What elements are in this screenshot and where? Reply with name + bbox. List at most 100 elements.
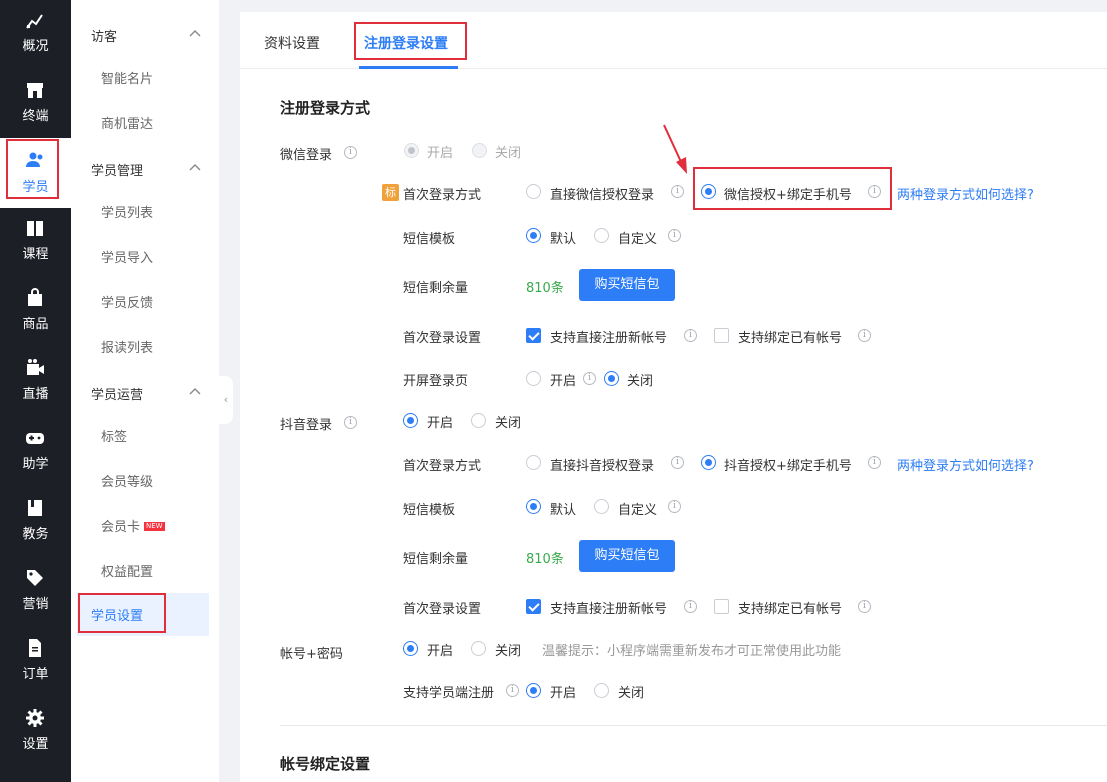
account-password-label: 帐号+密码	[280, 647, 343, 662]
rail-terminal[interactable]: 终端	[0, 70, 71, 140]
wechat-help-link[interactable]: 两种登录方式如何选择?	[897, 184, 1034, 203]
wechat-login-label: 微信登录	[280, 148, 333, 163]
douyin-sms-template-label: 短信模板	[403, 503, 456, 518]
wechat-direct-radio[interactable]	[526, 184, 541, 199]
rail-goods[interactable]: 商品	[0, 278, 71, 348]
section-title: 帐号绑定设置	[280, 755, 371, 773]
rail-marketing[interactable]: 营销	[0, 558, 71, 628]
nav-group-label: 学员管理	[91, 164, 144, 179]
douyin-off-radio[interactable]	[471, 413, 486, 428]
douyin-buy-sms-button[interactable]: 购买短信包	[579, 540, 675, 572]
info-icon[interactable]: i	[583, 372, 596, 385]
douyin-sms-custom-radio[interactable]	[594, 499, 609, 514]
wechat-buy-sms-button[interactable]: 购买短信包	[579, 269, 675, 301]
douyin-off-label: 关闭	[495, 416, 522, 431]
douyin-first-setting-label: 首次登录设置	[403, 602, 482, 617]
rail-assist[interactable]: 助学	[0, 418, 71, 488]
info-icon[interactable]: i	[344, 146, 357, 159]
info-icon[interactable]: i	[858, 600, 871, 613]
rail-orders[interactable]: 订单	[0, 628, 71, 698]
rail-course[interactable]: 课程	[0, 208, 71, 278]
info-icon[interactable]: i	[858, 329, 871, 342]
nav-item-tags[interactable]: 标签	[101, 426, 127, 445]
nav-item-radar[interactable]: 商机雷达	[101, 113, 153, 132]
info-icon[interactable]: i	[671, 456, 684, 469]
douyin-bind-old-checkbox[interactable]	[714, 599, 729, 614]
douyin-bind-radio[interactable]	[701, 455, 716, 470]
wechat-reg-new-label: 支持直接注册新帐号	[550, 331, 668, 346]
douyin-sms-left-value: 810条	[526, 552, 564, 567]
account-on-radio[interactable]	[403, 641, 418, 656]
nav-item-student-import[interactable]: 学员导入	[101, 247, 153, 266]
secondary-nav: 访客 智能名片 商机雷达 学员管理 学员列表 学员导入 学员反馈 报读列表 学员…	[71, 0, 219, 782]
rail-settings[interactable]: 设置	[0, 698, 71, 768]
rail-goods-label: 商品	[22, 317, 49, 332]
rail-marketing-label: 营销	[22, 597, 49, 612]
rail-live[interactable]: 直播	[0, 348, 71, 418]
info-icon[interactable]: i	[668, 229, 681, 242]
nav-group-label: 访客	[91, 30, 118, 45]
rail-overview[interactable]: 概况	[0, 0, 71, 70]
wechat-sms-left-value: 810条	[526, 281, 564, 296]
store-icon	[27, 83, 43, 98]
nav-group-visitor[interactable]: 访客	[91, 26, 201, 45]
douyin-sms-default-radio[interactable]	[526, 499, 541, 514]
tab-label: 注册登录设置	[364, 36, 448, 52]
wechat-bind-old-checkbox[interactable]	[714, 328, 729, 343]
account-off-radio[interactable]	[471, 641, 486, 656]
info-icon[interactable]: i	[506, 684, 519, 697]
douyin-reg-new-checkbox[interactable]	[526, 599, 541, 614]
wechat-sms-template-label: 短信模板	[403, 232, 456, 247]
nav-group-student[interactable]: 学员管理	[91, 160, 201, 179]
account-on-label: 开启	[427, 644, 454, 659]
nav-group-ops[interactable]: 学员运营	[91, 384, 201, 403]
rail-overview-label: 概况	[22, 39, 49, 54]
nav-item-feedback[interactable]: 学员反馈	[101, 292, 153, 311]
nav-item-label: 学员设置	[91, 609, 144, 624]
douyin-direct-label: 直接抖音授权登录	[550, 459, 655, 474]
wechat-splash-on-radio[interactable]	[526, 371, 541, 386]
douyin-on-radio[interactable]	[403, 413, 418, 428]
douyin-direct-radio[interactable]	[526, 455, 541, 470]
wechat-off-radio[interactable]	[472, 143, 487, 158]
douyin-bind-old-label: 支持绑定已有帐号	[738, 602, 843, 617]
account-tip: 温馨提示：小程序端需重新发布才可正常使用此功能	[542, 644, 842, 659]
nav-item-member-card[interactable]: 会员卡 NEW	[101, 516, 165, 535]
wechat-splash-off-radio[interactable]	[604, 371, 619, 386]
wechat-sms-default-radio[interactable]	[526, 228, 541, 243]
douyin-help-link[interactable]: 两种登录方式如何选择?	[897, 455, 1034, 474]
document-icon	[29, 639, 41, 657]
wechat-on-radio[interactable]	[404, 143, 419, 158]
info-icon[interactable]: i	[671, 185, 684, 198]
douyin-sms-left-label: 短信剩余量	[403, 552, 469, 567]
nav-item-student-settings[interactable]: 学员设置	[77, 593, 209, 636]
info-icon[interactable]: i	[668, 500, 681, 513]
nav-item-benefits[interactable]: 权益配置	[101, 561, 153, 580]
tab-register-login-settings[interactable]: 注册登录设置	[354, 22, 467, 60]
wechat-bind-old-label: 支持绑定已有帐号	[738, 331, 843, 346]
bag-icon	[28, 288, 42, 306]
wechat-splash-on-label: 开启	[550, 374, 577, 389]
users-icon	[26, 152, 43, 167]
book-icon	[27, 221, 43, 236]
nav-item-student-list[interactable]: 学员列表	[101, 202, 153, 221]
info-icon[interactable]: i	[684, 329, 697, 342]
tab-profile-settings[interactable]: 资料设置	[264, 33, 320, 53]
douyin-first-login-label: 首次登录方式	[403, 459, 482, 474]
info-icon[interactable]: i	[684, 600, 697, 613]
wechat-sms-custom-radio[interactable]	[594, 228, 609, 243]
rail-assist-label: 助学	[22, 457, 49, 472]
nav-item-enroll-list[interactable]: 报读列表	[101, 337, 153, 356]
collapse-sidebar-button[interactable]: ‹	[219, 376, 233, 424]
wechat-reg-new-checkbox[interactable]	[526, 328, 541, 343]
info-icon[interactable]: i	[868, 456, 881, 469]
rail-edu[interactable]: 教务	[0, 488, 71, 558]
info-icon[interactable]: i	[344, 416, 357, 429]
rail-orders-label: 订单	[22, 667, 49, 682]
rail-student[interactable]: 学员	[0, 138, 71, 208]
douyin-reg-new-label: 支持直接注册新帐号	[550, 602, 668, 617]
nav-item-member-level[interactable]: 会员等级	[101, 471, 153, 490]
student-register-off-radio[interactable]	[594, 683, 609, 698]
nav-item-card[interactable]: 智能名片	[101, 68, 153, 87]
student-register-on-radio[interactable]	[526, 683, 541, 698]
